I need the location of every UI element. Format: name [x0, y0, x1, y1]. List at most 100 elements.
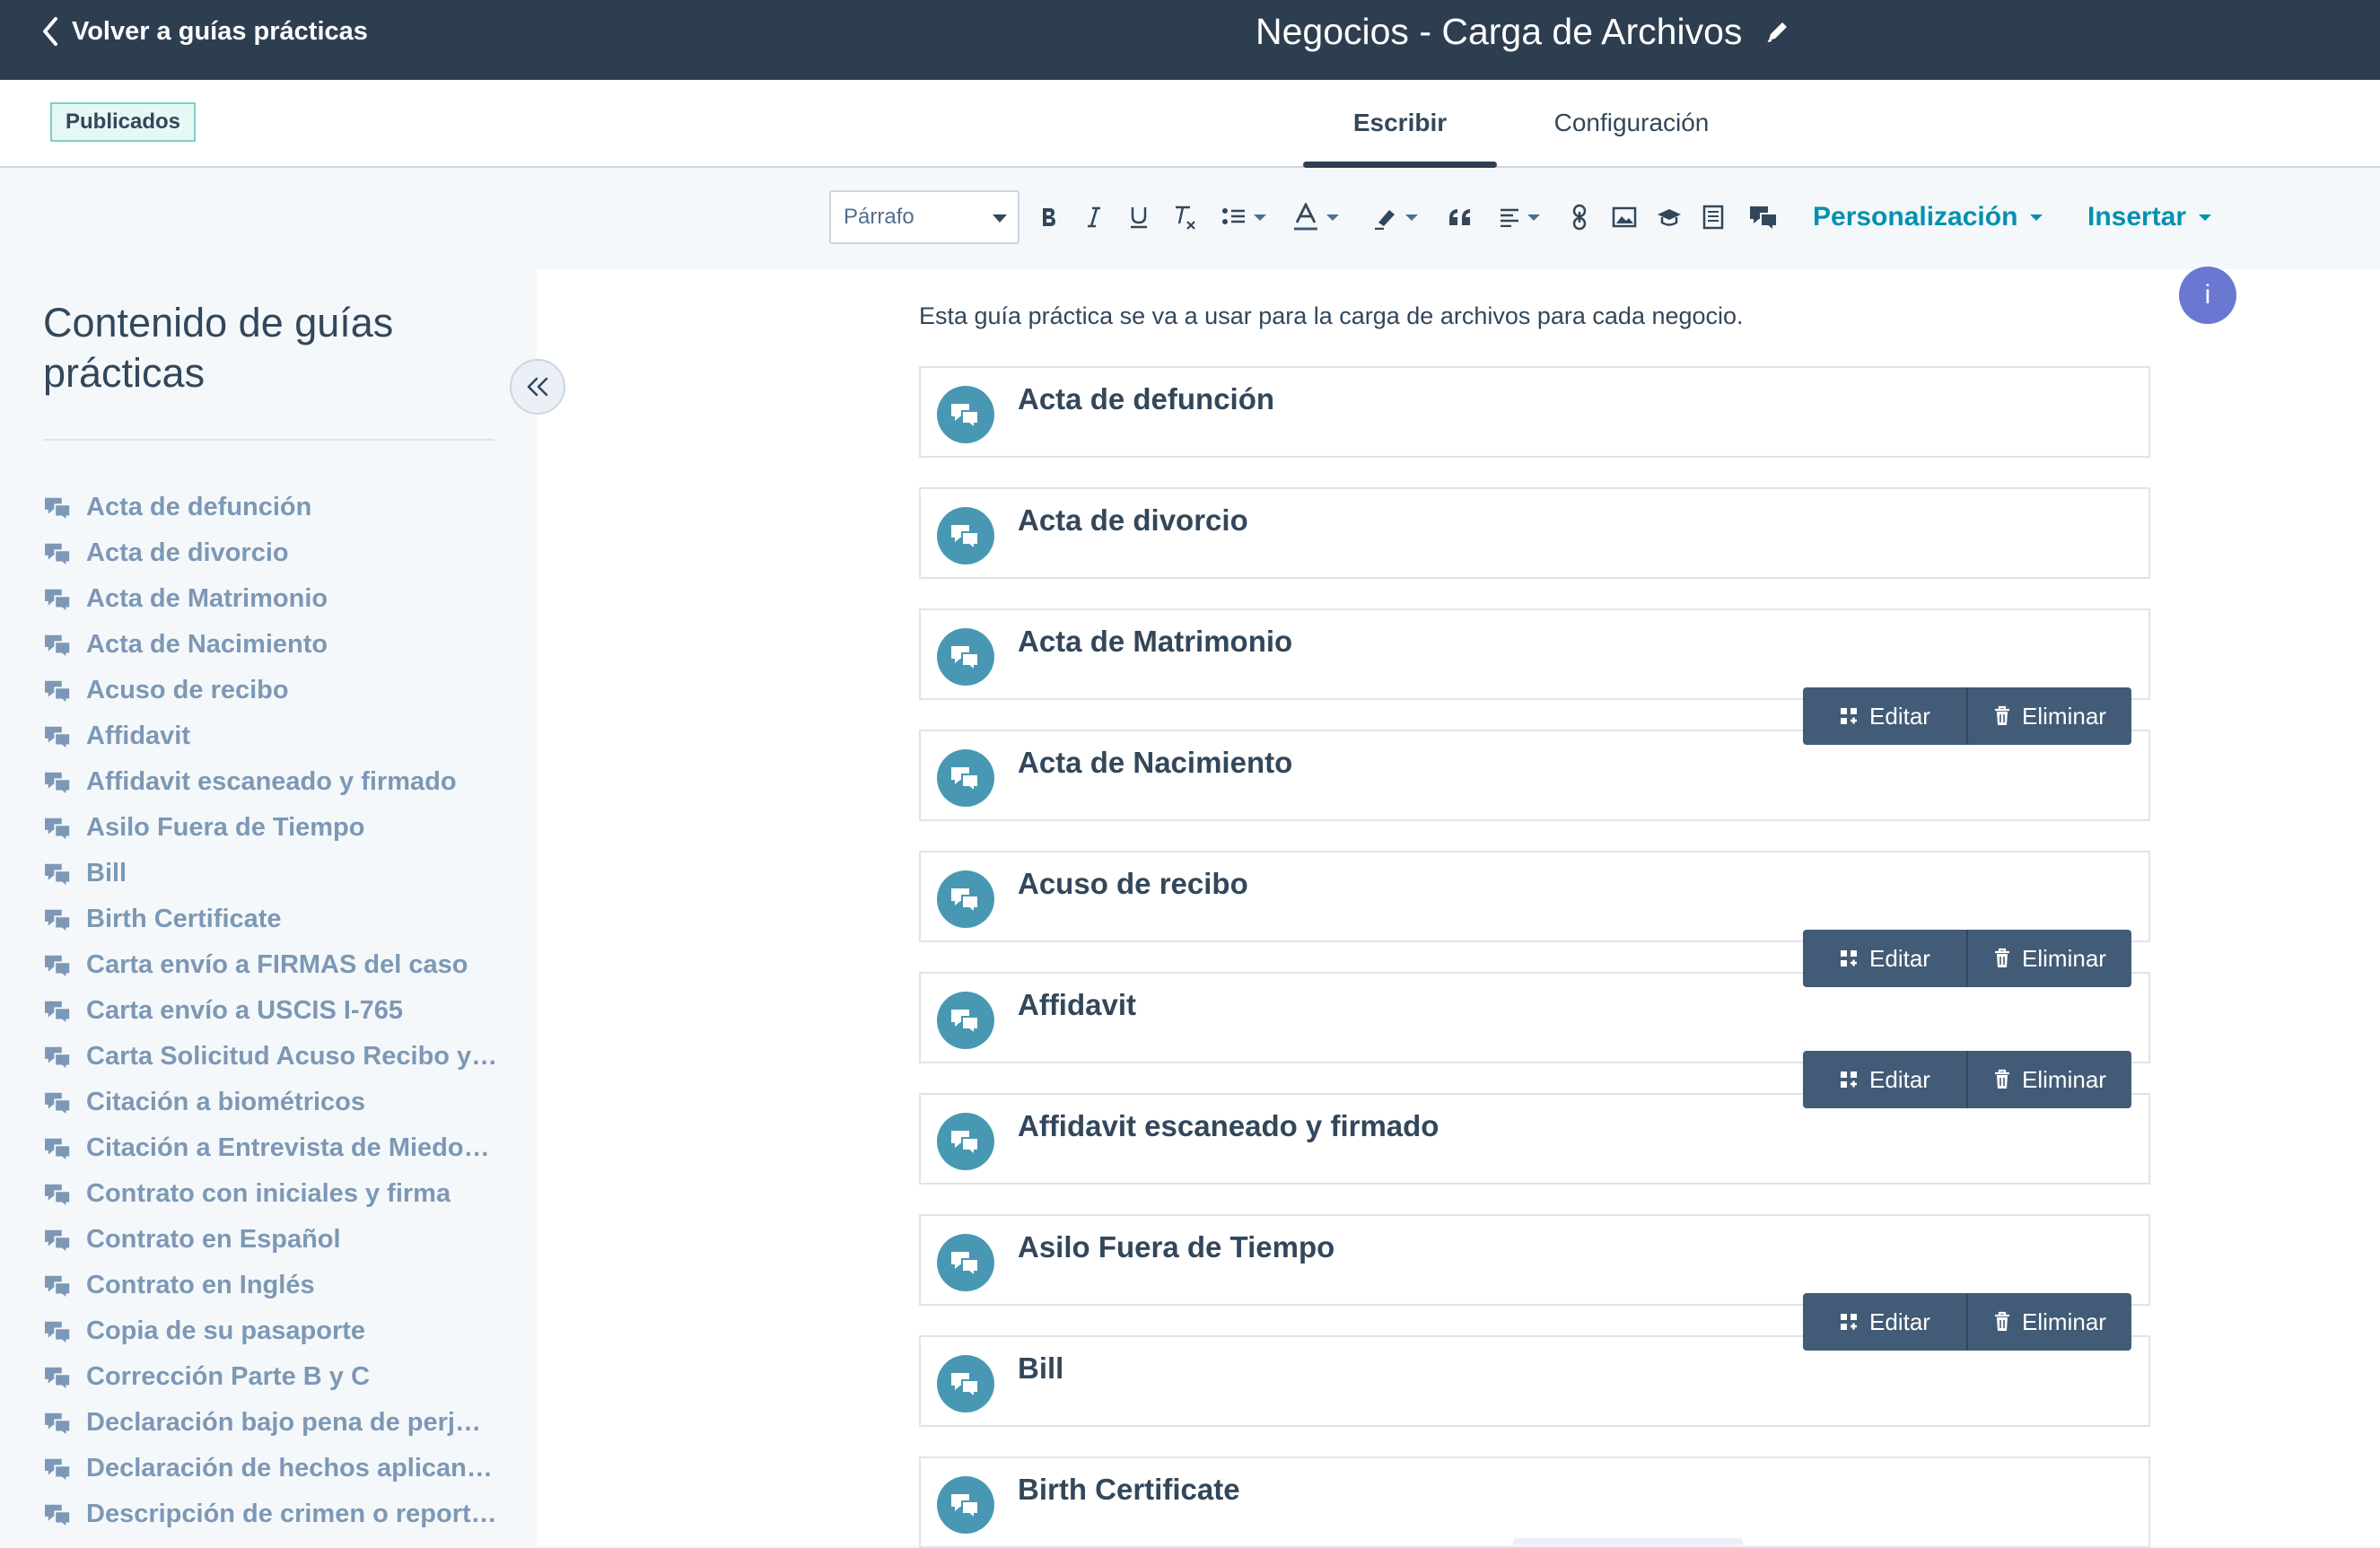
edit-button[interactable]: Editar [1803, 1293, 1966, 1351]
intro-text[interactable]: Esta guía práctica se va a usar para la … [919, 302, 1744, 330]
playbook-icon [43, 540, 74, 567]
delete-label: Eliminar [2022, 1307, 2106, 1335]
sidebar-item[interactable]: Asilo Fuera de Tiempo [43, 805, 510, 851]
tab-label: Configuración [1553, 109, 1710, 136]
personalization-label: Personalización [1813, 202, 2018, 232]
chevron-down-icon [2030, 214, 2043, 221]
sidebar-item[interactable]: Contrato en Español [43, 1217, 510, 1263]
playbook-card[interactable]: Birth Certificate [919, 1456, 2150, 1548]
sidebar-item-label: Declaración bajo pena de perj… [86, 1408, 481, 1437]
sidebar-item[interactable]: Corrección Parte B y C [43, 1354, 510, 1400]
playbook-icon [937, 1355, 994, 1412]
highlight-icon[interactable] [1368, 199, 1423, 235]
sidebar-item-label: Acta de Matrimonio [86, 584, 328, 613]
back-label: Volver a guías prácticas [72, 16, 368, 46]
underline-icon[interactable] [1127, 199, 1151, 235]
sidebar-item[interactable]: Carta Solicitud Acuso Recibo y… [43, 1034, 510, 1080]
sidebar-item[interactable]: Declaración de hechos aplican… [43, 1446, 510, 1491]
sidebar-item[interactable]: Birth Certificate [43, 896, 510, 942]
card-actions-bar: Editar Eliminar [1803, 687, 2131, 745]
sidebar-item-label: Descripción de crimen o report… [86, 1500, 497, 1528]
align-icon[interactable] [1493, 199, 1545, 235]
tab-escribir[interactable]: Escribir [1303, 80, 1497, 168]
italic-icon[interactable] [1082, 199, 1106, 235]
sidebar-item[interactable]: Bill [43, 851, 510, 896]
image-icon[interactable] [1610, 199, 1639, 235]
playbook-card[interactable]: Acta de divorcio [919, 487, 2150, 579]
tab-configuracion[interactable]: Configuración [1526, 80, 1737, 166]
playbook-card[interactable]: Acta de Matrimonio [919, 608, 2150, 700]
sidebar-item[interactable]: Acta de Nacimiento [43, 622, 510, 668]
sidebar-item[interactable]: Carta envío a USCIS I-765 [43, 988, 510, 1034]
playbook-card-title: Acta de divorcio [1018, 503, 1248, 537]
playbook-icon [43, 815, 74, 842]
playbook-contents-sidebar: Contenido de guías prácticas Acta de def… [0, 269, 537, 1545]
trash-icon [1993, 1069, 2022, 1090]
edit-button[interactable]: Editar [1803, 930, 1966, 987]
document-icon[interactable] [1700, 199, 1727, 235]
sidebar-item[interactable]: Acta de defunción [43, 485, 510, 530]
collapse-sidebar-button[interactable] [510, 359, 565, 415]
link-icon[interactable] [1567, 199, 1592, 235]
playbook-icon [43, 1089, 74, 1116]
insert-menu[interactable]: Insertar [2087, 199, 2212, 235]
sidebar-item-label: Affidavit escaneado y firmado [86, 767, 457, 796]
delete-button[interactable]: Eliminar [1968, 1293, 2131, 1351]
playbook-icon [43, 1181, 74, 1208]
quote-icon[interactable] [1447, 199, 1474, 235]
insert-label: Insertar [2087, 202, 2187, 232]
delete-button[interactable]: Eliminar [1968, 1051, 2131, 1108]
sub-header: Publicados Escribir Configuración [0, 80, 2380, 168]
playbook-card[interactable]: Acta de defunción [919, 366, 2150, 458]
sidebar-item-label: Declaración de hechos aplican… [86, 1454, 493, 1482]
sidebar-item-label: Affidavit [86, 722, 190, 750]
top-header: Volver a guías prácticas Negocios - Carg… [0, 0, 2380, 80]
sidebar-item[interactable]: Citación a biométricos [43, 1080, 510, 1125]
playbook-card[interactable]: Asilo Fuera de Tiempo [919, 1214, 2150, 1306]
sidebar-item[interactable]: Carta envío a FIRMAS del caso [43, 942, 510, 988]
sidebar-item[interactable]: Affidavit [43, 713, 510, 759]
text-color-icon[interactable] [1289, 199, 1343, 235]
playbook-card-title: Acta de Nacimiento [1018, 746, 1293, 779]
sidebar-item[interactable]: Acuso de recibo [43, 668, 510, 713]
edit-button[interactable]: Editar [1803, 687, 1966, 745]
back-to-playbooks-link[interactable]: Volver a guías prácticas [41, 13, 368, 50]
playbook-icon [43, 632, 74, 659]
playbook-icon [43, 1273, 74, 1299]
sidebar-list: Acta de defunción Acta de divorcio Acta de… [43, 485, 510, 1537]
playbook-icon [43, 998, 74, 1025]
sidebar-item[interactable]: Citación a Entrevista de Miedo… [43, 1125, 510, 1171]
paragraph-format-select[interactable]: Párrafo [829, 190, 1019, 244]
delete-button[interactable]: Eliminar [1968, 930, 2131, 987]
bulleted-list-icon[interactable] [1217, 199, 1271, 235]
pencil-icon[interactable] [1765, 19, 1790, 44]
chevron-left-icon [43, 17, 57, 46]
sidebar-item[interactable]: Contrato con iniciales y firma [43, 1171, 510, 1217]
sidebar-item-label: Carta envío a FIRMAS del caso [86, 950, 468, 979]
sidebar-item[interactable]: Copia de su pasaporte [43, 1308, 510, 1354]
playbook-card[interactable]: Acuso de recibo [919, 851, 2150, 942]
personalization-menu[interactable]: Personalización [1813, 199, 2043, 235]
sidebar-item[interactable]: Contrato en Inglés [43, 1263, 510, 1308]
edit-button[interactable]: Editar [1803, 1051, 1966, 1108]
edit-label: Editar [1869, 1307, 1930, 1335]
paragraph-format-value: Párrafo [844, 205, 914, 229]
course-icon[interactable] [1655, 199, 1684, 235]
delete-button[interactable]: Eliminar [1968, 687, 2131, 745]
playbook-icon [43, 723, 74, 750]
edit-icon [1839, 949, 1869, 968]
sidebar-item[interactable]: Descripción de crimen o report… [43, 1491, 510, 1537]
playbook-icon [43, 1318, 74, 1345]
sidebar-item-label: Bill [86, 859, 127, 888]
sidebar-item[interactable]: Affidavit escaneado y firmado [43, 759, 510, 805]
clear-format-icon[interactable] [1172, 199, 1199, 235]
sidebar-item[interactable]: Acta de Matrimonio [43, 576, 510, 622]
page-title-text: Negocios - Carga de Archivos [1256, 10, 1743, 52]
playbook-icon [43, 1227, 74, 1254]
bold-icon[interactable] [1037, 199, 1061, 235]
divider [43, 439, 494, 441]
playbook-icon[interactable] [1746, 199, 1782, 235]
info-button[interactable]: i [2179, 267, 2236, 324]
sidebar-item[interactable]: Acta de divorcio [43, 530, 510, 576]
sidebar-item[interactable]: Declaración bajo pena de perj… [43, 1400, 510, 1446]
